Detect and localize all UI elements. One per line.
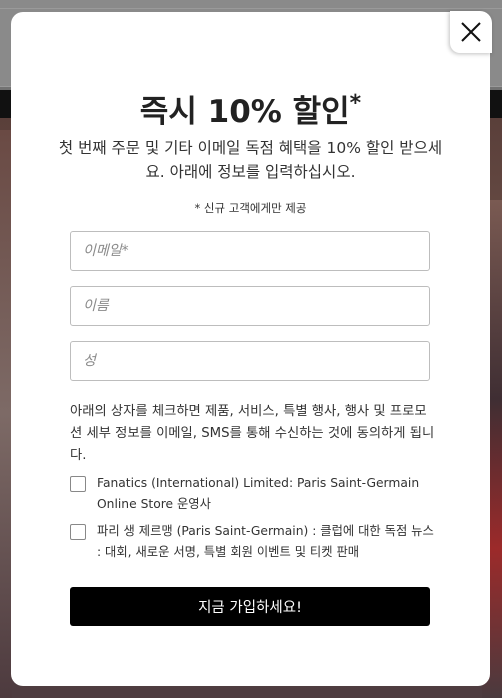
- close-icon: [461, 22, 481, 42]
- last-name-field[interactable]: [70, 341, 430, 381]
- consent-text: 아래의 상자를 체크하면 제품, 서비스, 특별 행사, 행사 및 프로모션 세…: [70, 404, 435, 463]
- signup-modal: 즉시 10% 할인* 첫 번째 주문 및 기타 이메일 독점 혜택을 10% 할…: [11, 12, 490, 686]
- new-customer-note: * 신규 고객에게만 제공: [194, 201, 307, 215]
- modal-title-asterisk: *: [349, 91, 362, 116]
- signup-submit-button[interactable]: 지금 가입하세요!: [70, 587, 430, 626]
- psg-consent-row: 파리 생 제르맹 (Paris Saint-Germain) : 클럽에 대한 …: [70, 521, 435, 563]
- first-name-field[interactable]: [70, 286, 430, 326]
- fanatics-consent-checkbox[interactable]: [70, 476, 86, 492]
- psg-consent-label[interactable]: 파리 생 제르맹 (Paris Saint-Germain) : 클럽에 대한 …: [97, 521, 435, 563]
- last-name-input[interactable]: [71, 342, 429, 380]
- email-input[interactable]: [71, 232, 429, 270]
- fanatics-consent-label[interactable]: Fanatics (International) Limited: Paris …: [97, 473, 435, 515]
- email-field[interactable]: [70, 231, 430, 271]
- background-divider: [0, 8, 502, 9]
- first-name-input[interactable]: [71, 287, 429, 325]
- fanatics-consent-row: Fanatics (International) Limited: Paris …: [70, 473, 435, 515]
- modal-title-text: 즉시 10% 할인: [139, 94, 350, 130]
- modal-title: 즉시 10% 할인*: [11, 91, 490, 132]
- close-button[interactable]: [450, 11, 492, 53]
- psg-consent-checkbox[interactable]: [70, 524, 86, 540]
- modal-subtitle: 첫 번째 주문 및 기타 이메일 독점 혜택을 10% 할인 받으세요. 아래에…: [58, 139, 443, 181]
